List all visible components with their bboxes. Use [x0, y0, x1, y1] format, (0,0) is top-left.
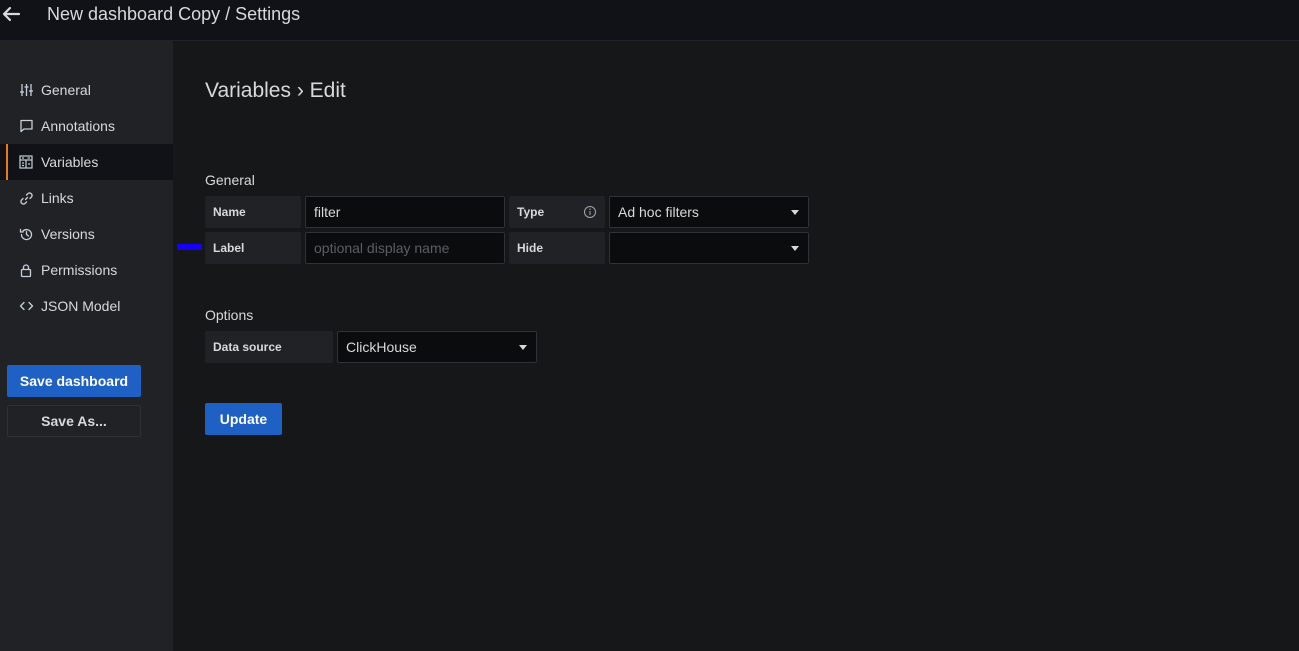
sliders-icon [18, 82, 34, 98]
type-select[interactable]: Ad hoc filters [609, 196, 809, 228]
sidebar-item-label: Permissions [41, 262, 118, 278]
page-title: New dashboard Copy / Settings [47, 4, 301, 24]
type-label-box: Type [509, 196, 605, 228]
datasource-select[interactable]: ClickHouse [337, 331, 537, 363]
sidebar-item-label: Annotations [41, 118, 115, 134]
label-input[interactable] [305, 232, 505, 264]
name-label: Name [205, 196, 301, 228]
lock-icon [18, 262, 34, 278]
hide-select[interactable] [609, 232, 809, 264]
sidebar-item-versions[interactable]: Versions [0, 216, 173, 252]
info-icon[interactable] [583, 205, 597, 219]
sidebar-item-permissions[interactable]: Permissions [0, 252, 173, 288]
sidebar-item-label: Variables [41, 154, 99, 170]
type-label: Type [517, 205, 545, 219]
top-bar: New dashboard Copy / Settings [0, 0, 1299, 41]
name-input[interactable] [305, 196, 505, 228]
caret-down-icon [518, 342, 528, 352]
settings-sidebar: General Annotations Variables Links Vers… [0, 41, 173, 651]
sidebar-item-annotations[interactable]: Annotations [0, 108, 173, 144]
options-section-title: Options [205, 307, 254, 323]
calculator-icon [18, 154, 34, 170]
sidebar-item-general[interactable]: General [0, 72, 173, 108]
sidebar-item-json-model[interactable]: JSON Model [0, 288, 173, 324]
caret-down-icon [790, 207, 800, 217]
type-select-value: Ad hoc filters [618, 204, 699, 220]
history-icon [18, 226, 34, 242]
sidebar-item-label: Versions [41, 226, 95, 242]
datasource-select-value: ClickHouse [346, 339, 417, 355]
comment-icon [18, 118, 34, 134]
cursor-marker [177, 244, 202, 250]
code-icon [18, 298, 34, 314]
page-heading: Variables › Edit [205, 79, 346, 102]
sidebar-item-variables[interactable]: Variables [0, 144, 173, 180]
caret-down-icon [790, 243, 800, 253]
back-arrow-icon[interactable] [0, 3, 22, 25]
datasource-label: Data source [205, 331, 333, 363]
sidebar-item-label: Links [41, 190, 74, 206]
sidebar-item-label: General [41, 82, 91, 98]
label-label: Label [205, 232, 301, 264]
update-button[interactable]: Update [205, 403, 282, 435]
general-section-title: General [205, 172, 255, 188]
save-dashboard-button[interactable]: Save dashboard [7, 365, 141, 397]
sidebar-item-label: JSON Model [41, 298, 121, 314]
sidebar-item-links[interactable]: Links [0, 180, 173, 216]
save-as-button[interactable]: Save As... [7, 405, 141, 437]
link-icon [18, 190, 34, 206]
hide-label: Hide [509, 232, 605, 264]
main-content: Variables › Edit General Name Type Ad ho… [173, 41, 1299, 651]
